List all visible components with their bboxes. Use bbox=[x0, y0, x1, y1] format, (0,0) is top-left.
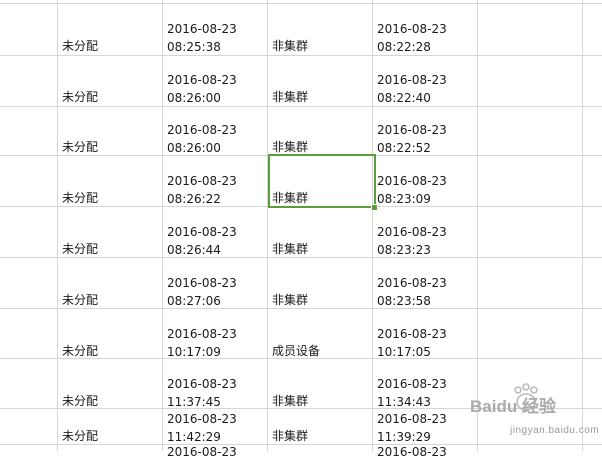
cell-time2-date[interactable]: 2016-08-23 bbox=[377, 410, 447, 428]
watermark-url: jingyan.baidu.com bbox=[510, 425, 600, 436]
cell-time1-time[interactable]: 11:37:45 bbox=[167, 393, 221, 411]
cell-time2-date[interactable]: 2016-08-23 bbox=[377, 325, 447, 343]
column-divider bbox=[57, 0, 58, 451]
cell-time1-time[interactable]: 08:26:22 bbox=[167, 190, 221, 208]
cell-time1-date[interactable]: 2016-08-23 bbox=[167, 443, 237, 461]
cell-time1-date[interactable]: 2016-08-23 bbox=[167, 325, 237, 343]
cell-time1-date[interactable]: 2016-08-23 bbox=[167, 20, 237, 38]
cell-time1-date[interactable]: 2016-08-23 bbox=[167, 71, 237, 89]
cell-type[interactable]: 非集群 bbox=[272, 392, 308, 411]
cell-time2-time[interactable]: 11:34:43 bbox=[377, 393, 431, 411]
cell-time2-date[interactable]: 2016-08-23 bbox=[377, 121, 447, 139]
cell-status[interactable]: 未分配 bbox=[62, 240, 98, 259]
cell-type[interactable]: 非集群 bbox=[272, 240, 308, 259]
watermark-logo-text: Baidu 经验 bbox=[470, 397, 556, 416]
cell-status[interactable]: 未分配 bbox=[62, 342, 98, 361]
fill-handle[interactable] bbox=[371, 204, 378, 211]
cell-time2-date[interactable]: 2016-08-23 bbox=[377, 71, 447, 89]
cell-time1-time[interactable]: 08:27:06 bbox=[167, 292, 221, 310]
cell-time1-date[interactable]: 2016-08-23 bbox=[167, 410, 237, 428]
cell-type[interactable]: 非集群 bbox=[272, 37, 308, 56]
cell-time2-time[interactable]: 08:22:40 bbox=[377, 89, 431, 107]
cell-status[interactable]: 未分配 bbox=[62, 37, 98, 56]
cell-time1-date[interactable]: 2016-08-23 bbox=[167, 223, 237, 241]
cell-status[interactable]: 未分配 bbox=[62, 392, 98, 411]
cell-time1-time[interactable]: 08:25:38 bbox=[167, 38, 221, 56]
cell-time2-time[interactable]: 08:23:23 bbox=[377, 241, 431, 259]
column-divider bbox=[372, 0, 373, 451]
cell-type[interactable]: 非集群 bbox=[272, 427, 308, 446]
cell-selection-border[interactable] bbox=[268, 154, 376, 208]
cell-time2-date[interactable]: 2016-08-23 bbox=[377, 223, 447, 241]
cell-time2-time[interactable]: 08:23:09 bbox=[377, 190, 431, 208]
row-divider bbox=[0, 3, 602, 4]
cell-time2-date[interactable]: 2016-08-23 bbox=[377, 443, 447, 461]
cell-time2-date[interactable]: 2016-08-23 bbox=[377, 274, 447, 292]
cell-time1-date[interactable]: 2016-08-23 bbox=[167, 375, 237, 393]
cell-time2-time[interactable]: 08:22:28 bbox=[377, 38, 431, 56]
cell-status[interactable]: 未分配 bbox=[62, 291, 98, 310]
cell-time1-time[interactable]: 08:26:00 bbox=[167, 89, 221, 107]
cell-time1-date[interactable]: 2016-08-23 bbox=[167, 274, 237, 292]
cell-type[interactable]: 成员设备 bbox=[272, 342, 320, 361]
cell-time2-time[interactable]: 08:23:58 bbox=[377, 292, 431, 310]
cell-type[interactable]: 非集群 bbox=[272, 88, 308, 107]
cell-time2-date[interactable]: 2016-08-23 bbox=[377, 20, 447, 38]
cell-status[interactable]: 未分配 bbox=[62, 138, 98, 157]
cell-time1-time[interactable]: 10:17:09 bbox=[167, 343, 221, 361]
cell-time1-time[interactable]: 08:26:00 bbox=[167, 139, 221, 157]
column-divider bbox=[162, 0, 163, 451]
cell-time2-date[interactable]: 2016-08-23 bbox=[377, 375, 447, 393]
column-divider bbox=[267, 0, 268, 451]
cell-time2-time[interactable]: 10:17:05 bbox=[377, 343, 431, 361]
cell-time2-date[interactable]: 2016-08-23 bbox=[377, 172, 447, 190]
cell-status[interactable]: 未分配 bbox=[62, 189, 98, 208]
cell-time1-date[interactable]: 2016-08-23 bbox=[167, 172, 237, 190]
cell-time2-time[interactable]: 08:22:52 bbox=[377, 139, 431, 157]
cell-status[interactable]: 未分配 bbox=[62, 427, 98, 446]
cell-time1-date[interactable]: 2016-08-23 bbox=[167, 121, 237, 139]
cell-status[interactable]: 未分配 bbox=[62, 88, 98, 107]
cell-time1-time[interactable]: 08:26:44 bbox=[167, 241, 221, 259]
cell-type[interactable]: 非集群 bbox=[272, 291, 308, 310]
